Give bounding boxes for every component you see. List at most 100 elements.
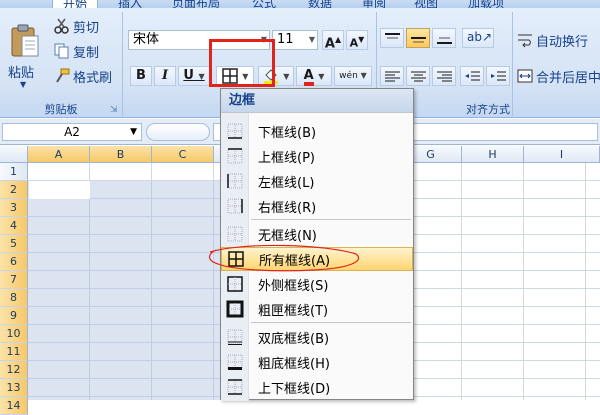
align-bottom-button[interactable]	[432, 28, 456, 48]
merge-center-label: 合并后居中	[536, 70, 600, 86]
row-header[interactable]: 6	[0, 253, 28, 271]
merge-center-button[interactable]: 合并后居中	[517, 66, 600, 86]
chevron-down-icon[interactable]: ▼	[309, 31, 315, 49]
column-header[interactable]: C	[152, 146, 214, 163]
decrease-indent-icon	[465, 71, 480, 81]
align-center-button[interactable]	[406, 66, 430, 86]
column-header[interactable]: H	[462, 146, 524, 163]
column-header[interactable]: I	[524, 146, 600, 163]
row-header[interactable]: 13	[0, 379, 28, 397]
left-border-icon	[227, 173, 243, 189]
italic-icon: I	[161, 68, 169, 83]
chevron-down-icon[interactable]: ▼	[361, 71, 367, 80]
menu-item-label: 无框线(N)	[258, 228, 317, 244]
orientation-button[interactable]: ab↗	[462, 28, 494, 48]
chevron-down-icon[interactable]: ▼	[283, 72, 289, 81]
column-header[interactable]: B	[90, 146, 152, 163]
row-header[interactable]: 9	[0, 307, 28, 325]
menu-item-outside-borders[interactable]: 外侧框线(S)	[221, 272, 413, 296]
no-border-icon	[227, 226, 243, 242]
paste-icon	[11, 24, 39, 57]
menu-item-label: 上下框线(D)	[258, 381, 331, 397]
chevron-down-icon[interactable]: ▼	[318, 72, 324, 81]
format-painter-button[interactable]: 格式刷	[54, 66, 112, 86]
row-header[interactable]: 8	[0, 289, 28, 307]
column-header[interactable]: A	[28, 146, 90, 163]
underline-button[interactable]: U ▼	[178, 66, 210, 86]
tab-data[interactable]: 数据	[308, 0, 332, 8]
bottom-border-icon	[227, 123, 243, 139]
menu-item-label: 外侧框线(S)	[258, 278, 329, 294]
align-top-button[interactable]	[380, 28, 404, 48]
menu-item-top-border[interactable]: 上框线(P)	[221, 144, 413, 168]
align-left-button[interactable]	[380, 66, 404, 86]
format-painter-label: 格式刷	[73, 70, 113, 86]
menu-item-left-border[interactable]: 左框线(L)	[221, 169, 413, 193]
menu-item-thick-bottom-border[interactable]: 粗底框线(H)	[221, 350, 413, 374]
align-middle-icon	[411, 37, 426, 43]
menu-title: 边框	[221, 89, 413, 113]
tab-insert[interactable]: 插入	[118, 0, 142, 8]
tab-home[interactable]: 开始	[52, 0, 99, 8]
cut-button[interactable]: 剪切	[54, 16, 99, 36]
tab-formulas[interactable]: 公式	[252, 0, 276, 8]
select-all-corner[interactable]	[0, 146, 28, 163]
row-header[interactable]: 4	[0, 217, 28, 235]
row-header[interactable]: 10	[0, 325, 28, 343]
formula-controls[interactable]	[146, 123, 210, 141]
menu-item-top-bottom-border[interactable]: 上下框线(D)	[221, 375, 413, 399]
bold-button[interactable]: B	[130, 66, 152, 86]
menu-item-double-bottom-border[interactable]: 双底框线(B)	[221, 325, 413, 349]
menu-item-label: 双底框线(B)	[258, 331, 330, 347]
align-left-icon	[385, 71, 400, 82]
menu-separator	[251, 219, 411, 220]
tab-page-layout[interactable]: 页面布局	[172, 0, 220, 8]
active-cell[interactable]	[29, 181, 90, 199]
copy-button[interactable]: 复制	[54, 41, 99, 61]
row-header[interactable]: 12	[0, 361, 28, 379]
italic-button[interactable]: I	[154, 66, 176, 86]
row-header[interactable]: 5	[0, 235, 28, 253]
wrap-text-button[interactable]: 自动换行	[517, 30, 588, 50]
thick-box-border-icon	[226, 300, 244, 318]
tab-review[interactable]: 审阅	[362, 0, 386, 8]
row-header[interactable]: 1	[0, 163, 28, 181]
top-border-icon	[227, 148, 243, 164]
font-color-button[interactable]: A ▼	[296, 66, 332, 86]
row-header[interactable]: 11	[0, 343, 28, 361]
row-header[interactable]: 3	[0, 199, 28, 217]
tab-addins[interactable]: 加载项	[468, 0, 504, 8]
menu-item-label: 左框线(L)	[258, 175, 315, 191]
align-middle-button[interactable]	[406, 28, 430, 48]
phonetic-guide-button[interactable]: wén ▼	[334, 66, 372, 86]
clipboard-group-label: 剪贴板	[44, 103, 78, 116]
menu-item-thick-box-border[interactable]: 粗匣框线(T)	[221, 297, 413, 321]
double-bottom-border-icon	[227, 329, 243, 345]
tab-view[interactable]: 视图	[414, 0, 438, 8]
selected-range[interactable]	[28, 181, 222, 400]
increase-font-size-button[interactable]: A▲	[322, 30, 344, 51]
menu-item-right-border[interactable]: 右框线(R)	[221, 194, 413, 218]
copy-icon	[54, 43, 69, 59]
chevron-down-icon[interactable]: ▼	[198, 72, 204, 81]
name-box[interactable]: A2 ▼	[2, 123, 142, 141]
outside-borders-icon	[227, 276, 243, 292]
menu-item-no-border[interactable]: 无框线(N)	[221, 222, 413, 246]
align-right-button[interactable]	[432, 66, 456, 86]
dialog-launcher-icon[interactable]: ⇲	[110, 105, 118, 115]
right-border-icon	[227, 198, 243, 214]
decrease-font-size-button[interactable]: A▼	[346, 30, 368, 50]
font-size-combobox[interactable]: 11 ▼	[272, 30, 318, 50]
menu-item-label: 粗匣框线(T)	[258, 303, 329, 319]
chevron-down-icon[interactable]: ▼	[130, 124, 137, 140]
top-bottom-border-icon	[227, 379, 243, 395]
align-top-icon	[385, 33, 400, 39]
increase-indent-button[interactable]	[486, 66, 510, 86]
row-header[interactable]: 2	[0, 181, 28, 199]
paintbrush-icon	[56, 68, 70, 83]
copy-label: 复制	[73, 45, 100, 61]
annotation-ellipse	[208, 244, 360, 272]
menu-item-bottom-border[interactable]: 下框线(B)	[221, 119, 413, 143]
row-header[interactable]: 7	[0, 271, 28, 289]
decrease-indent-button[interactable]	[460, 66, 484, 86]
